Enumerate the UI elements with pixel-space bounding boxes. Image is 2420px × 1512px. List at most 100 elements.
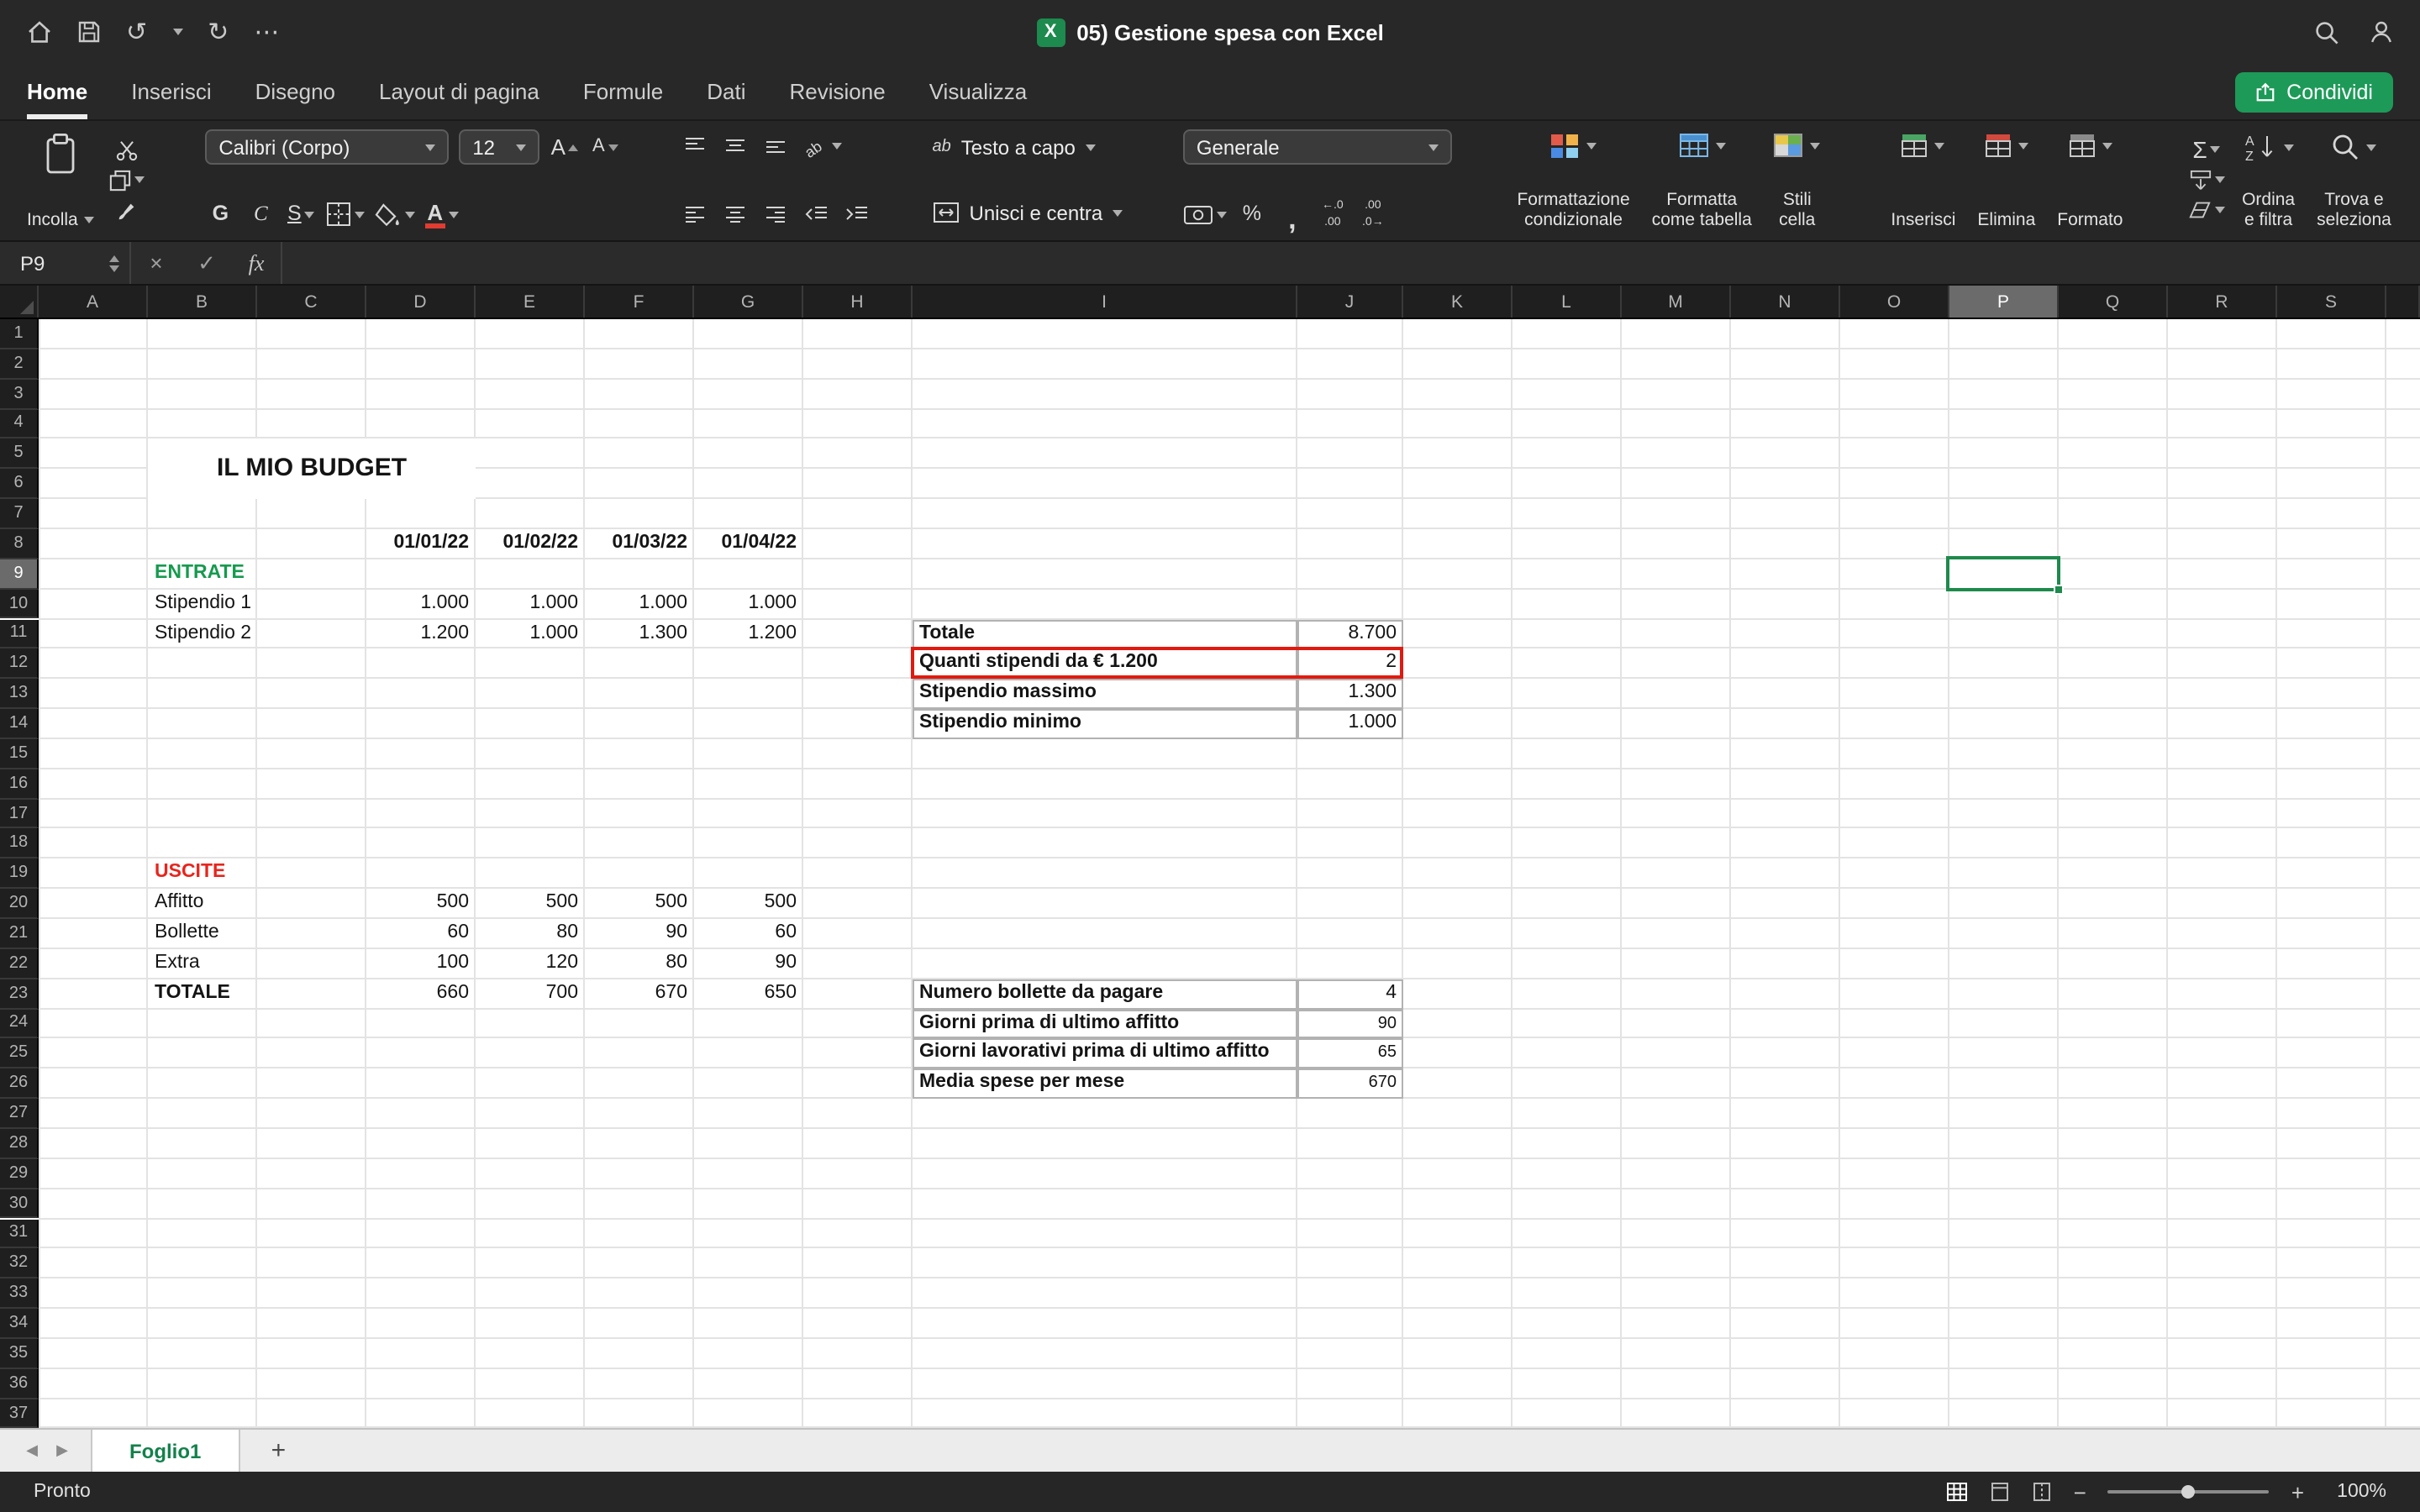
cell-D20[interactable]: 500 (366, 889, 476, 919)
font-size-select[interactable]: 12 (459, 129, 539, 165)
save-icon[interactable] (77, 20, 101, 44)
redo-icon[interactable]: ↻ (208, 19, 229, 45)
format-painter-button[interactable] (110, 195, 145, 225)
paste-button[interactable]: Incolla (24, 129, 98, 230)
undo-icon[interactable]: ↺ (126, 19, 147, 45)
column-header-L[interactable]: L (1512, 286, 1622, 318)
orientation-button[interactable]: ab (802, 129, 842, 161)
row-header-27[interactable]: 27 (0, 1099, 39, 1129)
column-header-M[interactable]: M (1622, 286, 1731, 318)
row-header-12[interactable]: 12 (0, 649, 39, 680)
percent-style-button[interactable]: % (1237, 198, 1267, 230)
account-icon[interactable] (2370, 20, 2393, 44)
cancel-button[interactable]: × (131, 242, 182, 284)
row-header-11[interactable]: 11 (0, 619, 39, 649)
fill-handle[interactable] (2054, 584, 2064, 594)
cell-F21[interactable]: 90 (585, 919, 694, 949)
decrease-decimal-button[interactable]: .00.0→ (1358, 198, 1388, 230)
cell-I26[interactable]: Media spese per mese (913, 1069, 1297, 1100)
cell-F23[interactable]: 670 (585, 979, 694, 1009)
zoom-in-button[interactable]: + (2291, 1479, 2304, 1504)
copy-button[interactable] (110, 165, 145, 195)
wrap-text-button[interactable]: ab Testo a capo (933, 129, 1123, 165)
cell-I14[interactable]: Stipendio minimo (913, 709, 1297, 739)
delete-cells-button[interactable]: Elimina (1972, 129, 2040, 230)
cell-F11[interactable]: 1.300 (585, 619, 694, 649)
cell-E10[interactable]: 1.000 (476, 589, 585, 619)
row-header-2[interactable]: 2 (0, 349, 39, 380)
cell-E20[interactable]: 500 (476, 889, 585, 919)
row-header-35[interactable]: 35 (0, 1339, 39, 1369)
tab-dati[interactable]: Dati (707, 64, 745, 119)
row-header-14[interactable]: 14 (0, 709, 39, 739)
cell-B11[interactable]: Stipendio 2 (148, 619, 257, 649)
sheet-tab-foglio1[interactable]: Foglio1 (91, 1430, 239, 1472)
increase-decimal-button[interactable]: ←.0.00 (1318, 198, 1348, 230)
column-header-A[interactable]: A (39, 286, 148, 318)
cell-B5[interactable]: IL MIO BUDGET (148, 439, 476, 499)
row-header-15[interactable]: 15 (0, 739, 39, 769)
row-header-13[interactable]: 13 (0, 679, 39, 709)
page-layout-view-button[interactable] (1990, 1482, 2010, 1502)
column-header-F[interactable]: F (585, 286, 694, 318)
cell-E21[interactable]: 80 (476, 919, 585, 949)
cell-J23[interactable]: 4 (1297, 979, 1403, 1009)
cell-B20[interactable]: Affitto (148, 889, 257, 919)
align-bottom-button[interactable] (761, 129, 792, 161)
format-cells-button[interactable]: Formato (2052, 129, 2128, 230)
tab-disegno[interactable]: Disegno (255, 64, 335, 119)
cell-I25[interactable]: Giorni lavorativi prima di ultimo affitt… (913, 1039, 1297, 1069)
row-header-20[interactable]: 20 (0, 889, 39, 919)
cell-F10[interactable]: 1.000 (585, 589, 694, 619)
row-header-28[interactable]: 28 (0, 1129, 39, 1159)
column-header-N[interactable]: N (1731, 286, 1840, 318)
search-icon[interactable] (2314, 19, 2339, 45)
row-header-34[interactable]: 34 (0, 1309, 39, 1339)
increase-indent-button[interactable] (842, 198, 872, 230)
column-header-I[interactable]: I (913, 286, 1297, 318)
row-header-9[interactable]: 9 (0, 559, 39, 590)
tab-formule[interactable]: Formule (583, 64, 663, 119)
row-header-31[interactable]: 31 (0, 1219, 39, 1249)
column-header-E[interactable]: E (476, 286, 585, 318)
align-top-button[interactable] (681, 129, 711, 161)
cell-B10[interactable]: Stipendio 1 (148, 589, 257, 619)
cell-G20[interactable]: 500 (694, 889, 803, 919)
fill-color-button[interactable] (375, 198, 415, 230)
number-format-select[interactable]: Generale (1183, 129, 1452, 165)
tab-inserisci[interactable]: Inserisci (131, 64, 211, 119)
select-all-corner[interactable] (0, 286, 39, 318)
column-header-Q[interactable]: Q (2059, 286, 2168, 318)
row-header-36[interactable]: 36 (0, 1369, 39, 1399)
column-header-D[interactable]: D (366, 286, 476, 318)
cell-G11[interactable]: 1.200 (694, 619, 803, 649)
row-header-37[interactable]: 37 (0, 1399, 39, 1428)
row-header-7[interactable]: 7 (0, 499, 39, 529)
row-header-18[interactable]: 18 (0, 829, 39, 859)
row-header-32[interactable]: 32 (0, 1249, 39, 1279)
cell-I24[interactable]: Giorni prima di ultimo affitto (913, 1009, 1297, 1039)
zoom-slider[interactable] (2108, 1482, 2270, 1502)
italic-button[interactable]: C (245, 198, 276, 230)
cell-B21[interactable]: Bollette (148, 919, 257, 949)
column-header-K[interactable]: K (1403, 286, 1512, 318)
cell-J14[interactable]: 1.000 (1297, 709, 1403, 739)
align-middle-button[interactable] (721, 129, 751, 161)
tab-visualizza[interactable]: Visualizza (929, 64, 1028, 119)
row-header-19[interactable]: 19 (0, 859, 39, 890)
row-header-3[interactable]: 3 (0, 379, 39, 409)
row-header-8[interactable]: 8 (0, 529, 39, 559)
cell-E8[interactable]: 01/02/22 (476, 529, 585, 559)
conditional-formatting-button[interactable]: Formattazionecondizionale (1512, 129, 1634, 230)
cell-B19[interactable]: USCITE (148, 859, 257, 890)
underline-button[interactable]: S (286, 198, 316, 230)
column-header-S[interactable]: S (2277, 286, 2386, 318)
page-break-view-button[interactable] (2032, 1482, 2052, 1502)
normal-view-button[interactable] (1946, 1482, 1968, 1502)
row-header-10[interactable]: 10 (0, 589, 39, 619)
align-left-button[interactable] (681, 198, 711, 230)
column-header-C[interactable]: C (257, 286, 366, 318)
comma-style-button[interactable]: , (1277, 198, 1307, 230)
row-header-30[interactable]: 30 (0, 1189, 39, 1219)
cell-E11[interactable]: 1.000 (476, 619, 585, 649)
